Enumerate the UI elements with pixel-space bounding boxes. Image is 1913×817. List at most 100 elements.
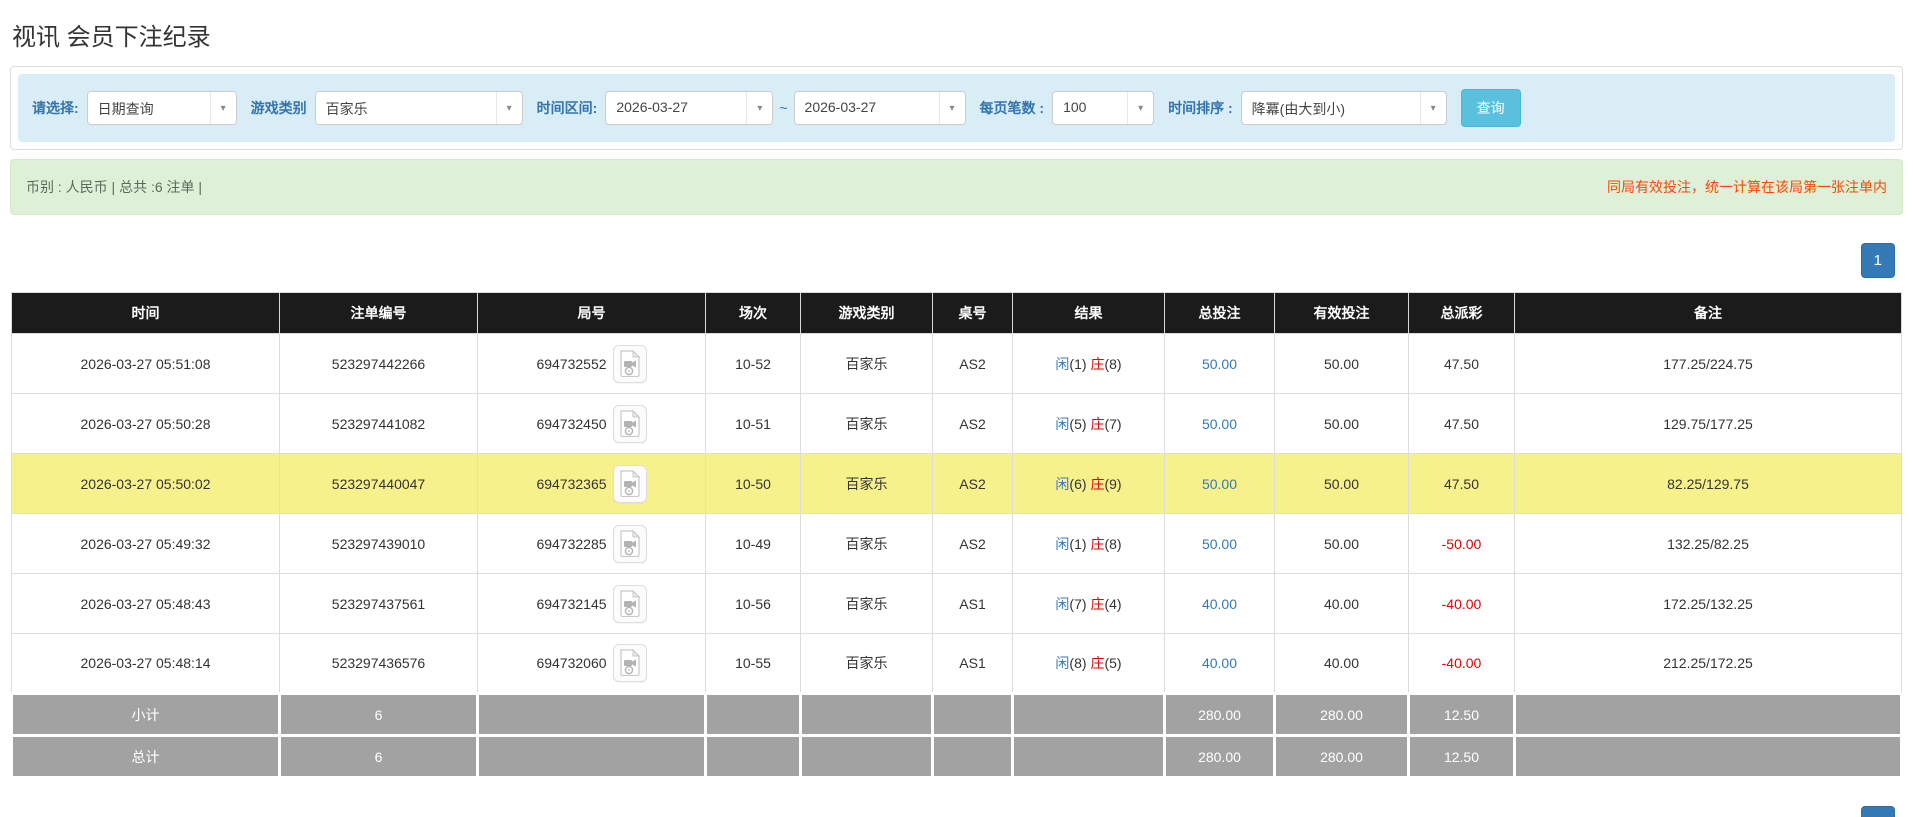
result-player-count: (1) <box>1069 536 1086 552</box>
cell-valid-bet: 40.00 <box>1275 574 1409 634</box>
page-size-label: 每页笔数 : <box>980 98 1045 118</box>
cell-time: 2026-03-27 05:51:08 <box>12 334 280 394</box>
table-body: 2026-03-27 05:51:08 523297442266 6947325… <box>12 334 1902 694</box>
total-total-bet: 280.00 <box>1165 736 1275 778</box>
cell-round: 694732450 <box>478 394 706 454</box>
cell-payout: 47.50 <box>1409 394 1515 454</box>
chevron-down-icon: ▾ <box>1127 92 1153 124</box>
subtotal-valid-bet: 280.00 <box>1275 694 1409 736</box>
total-bet-link[interactable]: 50.00 <box>1202 416 1237 432</box>
cell-session: 10-55 <box>706 634 801 694</box>
cell-table-id: AS2 <box>933 454 1013 514</box>
page-size-value: 100 <box>1053 92 1127 124</box>
subtotal-payout: 12.50 <box>1409 694 1515 736</box>
round-id: 694732145 <box>536 596 606 612</box>
game-type-select[interactable]: 百家乐 ▾ <box>315 91 523 125</box>
total-bet-link[interactable]: 50.00 <box>1202 476 1237 492</box>
video-replay-button[interactable] <box>613 345 647 383</box>
result-player-label: 闲 <box>1055 356 1069 372</box>
col-header-total-bet: 总投注 <box>1165 293 1275 334</box>
table-row: 2026-03-27 05:48:43 523297437561 6947321… <box>12 574 1902 634</box>
cell-time: 2026-03-27 05:48:43 <box>12 574 280 634</box>
video-replay-button[interactable] <box>613 644 647 682</box>
cell-bet-id: 523297437561 <box>280 574 478 634</box>
time-range-label: 时间区间: <box>537 98 598 118</box>
cell-bet-id: 523297441082 <box>280 394 478 454</box>
table-row: 2026-03-27 05:49:32 523297439010 6947322… <box>12 514 1902 574</box>
filter-panel: 请选择: 日期查询 ▾ 游戏类别 百家乐 ▾ 时间区间: 2026-03-27 … <box>10 66 1903 150</box>
video-replay-icon <box>619 590 641 617</box>
total-bet-link[interactable]: 40.00 <box>1202 655 1237 671</box>
result-banker-label: 庄 <box>1090 356 1104 372</box>
cell-session: 10-49 <box>706 514 801 574</box>
result-player-count: (1) <box>1069 356 1086 372</box>
page-size-select[interactable]: 100 ▾ <box>1052 91 1154 125</box>
total-bet-link[interactable]: 50.00 <box>1202 356 1237 372</box>
cell-game-type: 百家乐 <box>801 574 933 634</box>
round-id: 694732285 <box>536 536 606 552</box>
page-1-button[interactable]: 1 <box>1861 243 1895 278</box>
page-1-button-bottom[interactable]: 1 <box>1861 806 1895 817</box>
col-header-payout: 总派彩 <box>1409 293 1515 334</box>
video-replay-icon <box>619 649 641 676</box>
round-id: 694732060 <box>536 655 606 671</box>
cell-total-bet: 50.00 <box>1165 454 1275 514</box>
chevron-down-icon: ▾ <box>210 92 236 124</box>
date-range-tilde: ~ <box>779 100 787 116</box>
cell-valid-bet: 50.00 <box>1275 394 1409 454</box>
cell-table-id: AS2 <box>933 394 1013 454</box>
table-footer: 小计 6 280.00 280.00 12.50 总计 6 280.00 280… <box>12 694 1902 778</box>
video-replay-button[interactable] <box>613 405 647 443</box>
page-title: 视讯 会员下注纪录 <box>12 17 1903 52</box>
cell-total-bet: 50.00 <box>1165 334 1275 394</box>
cell-payout: 47.50 <box>1409 454 1515 514</box>
cell-payout: -40.00 <box>1409 574 1515 634</box>
date-from-select[interactable]: 2026-03-27 ▾ <box>605 91 773 125</box>
video-replay-button[interactable] <box>613 525 647 563</box>
sort-label: 时间排序 : <box>1168 98 1233 118</box>
result-player-label: 闲 <box>1055 476 1069 492</box>
col-header-round: 局号 <box>478 293 706 334</box>
currency-summary-text: 币别 : 人民币 | 总共 :6 注单 | <box>26 177 202 197</box>
total-bet-link[interactable]: 40.00 <box>1202 596 1237 612</box>
cell-remark: 129.75/177.25 <box>1515 394 1902 454</box>
video-replay-button[interactable] <box>613 585 647 623</box>
cell-game-type: 百家乐 <box>801 394 933 454</box>
total-valid-bet: 280.00 <box>1275 736 1409 778</box>
result-player-label: 闲 <box>1055 596 1069 612</box>
cell-total-bet: 40.00 <box>1165 574 1275 634</box>
date-to-value: 2026-03-27 <box>795 92 939 124</box>
cell-table-id: AS2 <box>933 514 1013 574</box>
cell-round: 694732552 <box>478 334 706 394</box>
col-header-table: 桌号 <box>933 293 1013 334</box>
subtotal-total-bet: 280.00 <box>1165 694 1275 736</box>
result-banker-count: (5) <box>1104 655 1121 671</box>
cell-result: 闲(6) 庄(9) <box>1013 454 1165 514</box>
query-type-label: 请选择: <box>32 98 79 118</box>
date-from-value: 2026-03-27 <box>606 92 746 124</box>
cell-remark: 82.25/129.75 <box>1515 454 1902 514</box>
cell-table-id: AS1 <box>933 574 1013 634</box>
cell-session: 10-56 <box>706 574 801 634</box>
total-bet-link[interactable]: 50.00 <box>1202 536 1237 552</box>
sort-select[interactable]: 降冪(由大到小) ▾ <box>1241 91 1447 125</box>
total-count: 6 <box>280 736 478 778</box>
page: 视讯 会员下注纪录 请选择: 日期查询 ▾ 游戏类别 百家乐 ▾ 时间区间: 2… <box>0 17 1913 817</box>
subtotal-label: 小计 <box>12 694 280 736</box>
cell-round: 694732285 <box>478 514 706 574</box>
cell-bet-id: 523297436576 <box>280 634 478 694</box>
video-replay-icon <box>619 410 641 437</box>
cell-table-id: AS1 <box>933 634 1013 694</box>
cell-round: 694732365 <box>478 454 706 514</box>
chevron-down-icon: ▾ <box>1420 92 1446 124</box>
search-button[interactable]: 查询 <box>1461 89 1521 127</box>
col-header-remark: 备注 <box>1515 293 1902 334</box>
result-banker-count: (8) <box>1104 356 1121 372</box>
result-player-label: 闲 <box>1055 655 1069 671</box>
query-type-select[interactable]: 日期查询 ▾ <box>87 91 237 125</box>
chevron-down-icon: ▾ <box>496 92 522 124</box>
result-player-count: (6) <box>1069 476 1086 492</box>
video-replay-button[interactable] <box>613 465 647 503</box>
date-to-select[interactable]: 2026-03-27 ▾ <box>794 91 966 125</box>
cell-table-id: AS2 <box>933 334 1013 394</box>
